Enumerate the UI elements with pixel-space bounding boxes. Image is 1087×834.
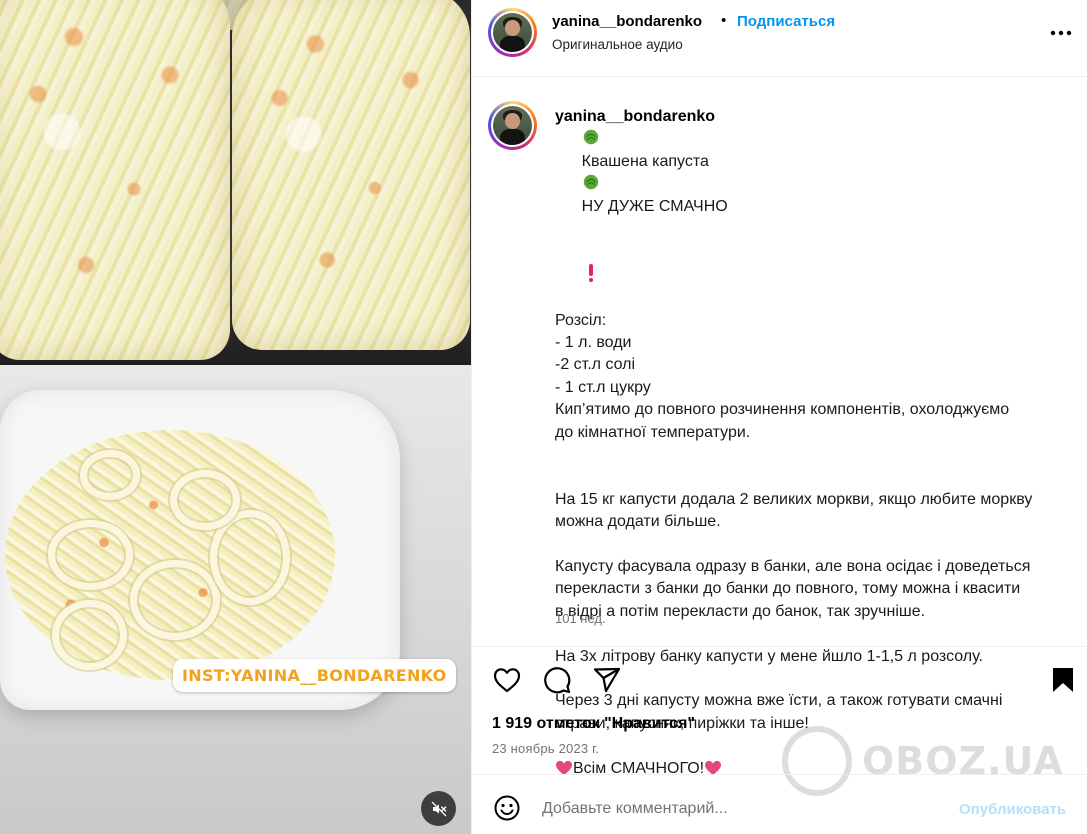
comment-input[interactable] xyxy=(542,795,942,823)
more-options-button[interactable] xyxy=(1046,20,1076,46)
action-bar xyxy=(472,646,1087,706)
separator-dot: • xyxy=(721,12,727,29)
exclamation-emoji-icon xyxy=(588,263,593,282)
more-dots-icon xyxy=(1050,30,1072,36)
caption-line: можна додати більше. xyxy=(555,513,721,531)
mute-button[interactable] xyxy=(421,791,456,826)
emoji-picker-button[interactable] xyxy=(492,793,522,823)
caption-timestamp[interactable]: 101 нед. xyxy=(555,611,606,626)
comment-button[interactable] xyxy=(542,665,572,695)
caption-line: Кип’ятимо до повного розчинення компонен… xyxy=(555,401,1010,419)
smiley-face-icon xyxy=(494,795,520,821)
post-date[interactable]: 23 ноябрь 2023 г. xyxy=(492,741,599,756)
caption-title-text: Квашена капуста xyxy=(581,152,709,170)
instagram-handle-watermark: INST:YANINA__BONDARENKO xyxy=(173,659,456,692)
caption-line: - 1 л. води xyxy=(555,334,632,352)
caption-line: в відрі а потім перекласти до банок, так… xyxy=(555,602,926,620)
post-header: yanina__bondarenko • Подписаться Оригина… xyxy=(472,0,1087,77)
like-button[interactable] xyxy=(492,665,522,695)
heart-icon xyxy=(493,668,521,693)
cabbage-emoji-icon xyxy=(583,175,598,190)
post-details-panel: yanina__bondarenko • Подписаться Оригина… xyxy=(471,0,1087,834)
likes-count[interactable]: 1 919 отметок "Нравится" xyxy=(492,715,695,733)
caption-username-link[interactable]: yanina__bondarenko xyxy=(555,108,715,125)
caption-line: перекласти з банки до банки до повного, … xyxy=(555,580,1021,598)
jar-right xyxy=(232,0,470,350)
cabbage-emoji-icon xyxy=(583,130,598,145)
publish-comment-button[interactable]: Опубликовать xyxy=(959,801,1066,818)
share-button[interactable] xyxy=(592,665,622,695)
caption-line: Капусту фасувала одразу в банки, але вон… xyxy=(555,558,1031,576)
comment-composer: Опубликовать xyxy=(472,774,1087,834)
caption-title-emphasis: НУ ДУЖЕ СМАЧНО xyxy=(581,197,728,215)
original-audio-link[interactable]: Оригинальное аудио xyxy=(552,37,683,52)
author-username-link[interactable]: yanina__bondarenko xyxy=(552,13,702,30)
video-frame xyxy=(0,0,471,834)
caption-title-line: yanina__bondarenko Квашена капуста НУ ДУ… xyxy=(555,106,1082,310)
caption-line: - 1 ст.л цукру xyxy=(555,378,651,396)
author-avatar[interactable] xyxy=(488,8,537,57)
jar-left xyxy=(0,0,230,360)
caption-line: На 15 кг капусти додала 2 великих моркви… xyxy=(555,490,1033,508)
share-plane-icon xyxy=(593,667,621,693)
save-button[interactable] xyxy=(1048,665,1078,695)
speaker-muted-icon xyxy=(431,801,446,816)
comment-bubble-icon xyxy=(544,667,571,694)
bookmark-icon xyxy=(1053,668,1073,692)
follow-button[interactable]: Подписаться xyxy=(737,13,835,30)
caption-line: Розсіл: xyxy=(555,311,607,329)
caption-line: до кімнатної температури. xyxy=(555,423,751,441)
caption-author-avatar[interactable] xyxy=(488,101,537,150)
post-media[interactable]: INST:YANINA__BONDARENKO xyxy=(0,0,471,834)
caption-line: -2 ст.л солі xyxy=(555,356,636,374)
